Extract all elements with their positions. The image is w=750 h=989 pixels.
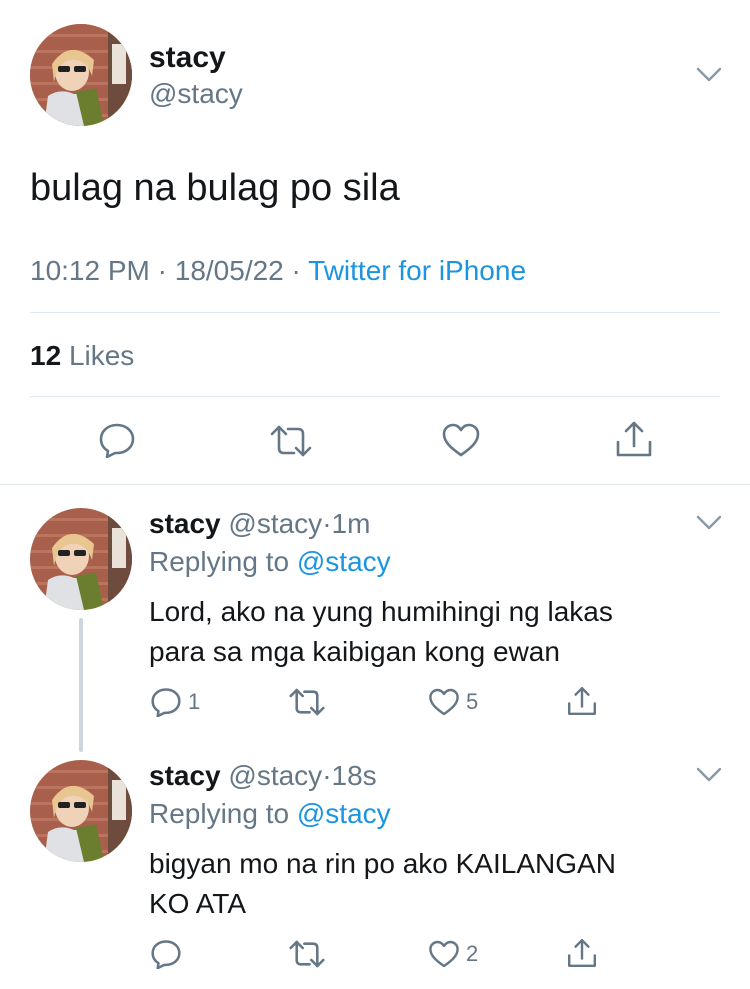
divider bbox=[30, 312, 720, 313]
reply1-avatar[interactable] bbox=[30, 508, 132, 610]
chevron-down-icon[interactable] bbox=[696, 64, 722, 84]
reply1-reply-action[interactable]: 1 bbox=[150, 686, 200, 718]
reply1-like-count: 5 bbox=[466, 689, 479, 714]
main-handle[interactable]: @stacy bbox=[149, 77, 243, 111]
likes-stat[interactable]: 12 Likes bbox=[30, 339, 134, 373]
tweet-meta: 10:12 PM · 18/05/22 · Twitter for iPhone bbox=[30, 254, 526, 288]
reply2-replying-to: Replying to @stacy bbox=[149, 797, 391, 831]
retweet-icon[interactable] bbox=[289, 687, 325, 717]
thread-connector-line bbox=[79, 618, 83, 752]
retweet-icon[interactable] bbox=[289, 939, 325, 969]
reply1-text-line1: Lord, ako na yung humihingi ng lakas bbox=[149, 596, 613, 627]
chevron-down-icon[interactable] bbox=[696, 512, 722, 532]
reply2-text: bigyan mo na rin po ako KAILANGAN KO ATA bbox=[149, 844, 616, 924]
reply2-reply-action[interactable] bbox=[150, 938, 182, 970]
share-icon[interactable] bbox=[566, 937, 598, 969]
divider bbox=[30, 396, 720, 397]
reply2-like-action[interactable]: 2 bbox=[428, 938, 478, 970]
replying-to-link[interactable]: @stacy bbox=[297, 798, 391, 829]
meta-separator: · bbox=[291, 255, 301, 286]
reply1-retweet-action[interactable] bbox=[289, 686, 325, 718]
reply2-share-action[interactable] bbox=[566, 936, 598, 970]
share-icon[interactable] bbox=[614, 420, 654, 458]
reply1-header: stacy @stacy·1m bbox=[149, 507, 370, 541]
reply2-display-name[interactable]: stacy bbox=[149, 760, 221, 791]
reply1-like-action[interactable]: 5 bbox=[428, 686, 478, 718]
likes-label: Likes bbox=[68, 340, 135, 371]
replying-label: Replying to bbox=[149, 546, 290, 577]
tweet-source-link[interactable]: Twitter for iPhone bbox=[308, 255, 526, 286]
reply1-share-action[interactable] bbox=[566, 684, 598, 718]
reply1-text-line2: para sa mga kaibigan kong ewan bbox=[149, 636, 560, 667]
reply-icon[interactable] bbox=[150, 687, 182, 717]
like-icon[interactable] bbox=[428, 687, 460, 717]
chevron-down-icon[interactable] bbox=[696, 764, 722, 784]
reply2-age: 18s bbox=[331, 760, 377, 791]
reply1-dot: · bbox=[322, 508, 332, 539]
reply2-retweet-action[interactable] bbox=[289, 938, 325, 970]
like-icon[interactable] bbox=[441, 422, 481, 458]
likes-count: 12 bbox=[30, 340, 62, 371]
replying-to-link[interactable]: @stacy bbox=[297, 546, 391, 577]
retweet-icon[interactable] bbox=[270, 424, 312, 458]
reply1-handle[interactable]: @stacy bbox=[228, 508, 322, 539]
meta-separator: · bbox=[157, 255, 167, 286]
tweet-time: 10:12 PM bbox=[30, 255, 150, 286]
reply2-handle[interactable]: @stacy bbox=[228, 760, 322, 791]
divider bbox=[0, 484, 750, 485]
main-tweet-text: bulag na bulag po sila bbox=[30, 167, 400, 209]
reply1-age: 1m bbox=[331, 508, 371, 539]
reply1-text: Lord, ako na yung humihingi ng lakas par… bbox=[149, 592, 613, 672]
reply2-dot: · bbox=[322, 760, 332, 791]
reply-icon[interactable] bbox=[98, 422, 136, 458]
reply2-header: stacy @stacy·18s bbox=[149, 759, 377, 793]
reply1-display-name[interactable]: stacy bbox=[149, 508, 221, 539]
reply2-text-line2: KO ATA bbox=[149, 888, 246, 919]
main-display-name[interactable]: stacy bbox=[149, 40, 226, 76]
reply2-like-count: 2 bbox=[466, 941, 479, 966]
reply-icon[interactable] bbox=[150, 939, 182, 969]
replying-label: Replying to bbox=[149, 798, 290, 829]
main-avatar[interactable] bbox=[30, 24, 132, 126]
like-icon[interactable] bbox=[428, 939, 460, 969]
reply2-avatar[interactable] bbox=[30, 760, 132, 862]
reply1-replying-to: Replying to @stacy bbox=[149, 545, 391, 579]
share-icon[interactable] bbox=[566, 685, 598, 717]
reply2-text-line1: bigyan mo na rin po ako KAILANGAN bbox=[149, 848, 616, 879]
reply1-reply-count: 1 bbox=[188, 689, 201, 714]
tweet-date: 18/05/22 bbox=[174, 255, 284, 286]
